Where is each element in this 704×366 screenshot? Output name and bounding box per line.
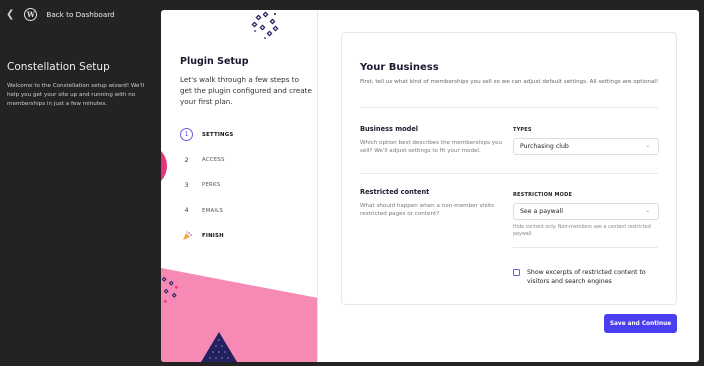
chevron-down-icon: ⌄ — [645, 143, 650, 149]
step-settings[interactable]: 1 SETTINGS — [180, 122, 233, 147]
step-label: PERKS — [202, 182, 221, 189]
step-access[interactable]: 2 ACCESS — [180, 147, 233, 172]
step-finish[interactable]: FINISH — [180, 224, 233, 249]
setup-panel: Plugin Setup Let's walk through a few st… — [161, 10, 699, 362]
step-number: 2 — [184, 156, 189, 164]
step-label: ACCESS — [202, 157, 225, 164]
back-to-dashboard-link[interactable]: Back to Dashboard — [46, 10, 114, 19]
chevron-down-icon: ⌄ — [645, 208, 650, 214]
step-number: 3 — [184, 181, 189, 189]
restricted-content-title: Restricted content — [360, 188, 430, 196]
plugin-setup-title: Plugin Setup — [180, 56, 249, 67]
sidebar-title: Constellation Setup — [7, 61, 110, 73]
business-form-card: Your Business First, tell us what kind o… — [341, 32, 677, 305]
step-label: FINISH — [202, 233, 224, 240]
restriction-mode-help: Hide content only. Non-members see a con… — [513, 225, 651, 237]
business-model-title: Business model — [360, 125, 419, 133]
types-select[interactable]: Purchasing club ⌄ — [513, 138, 659, 155]
your-business-title: Your Business — [360, 62, 439, 73]
party-popper-icon — [180, 230, 193, 243]
restricted-content-description: What should happen when a non-member vis… — [360, 203, 495, 217]
restriction-mode-value: See a paywall — [520, 208, 563, 215]
restriction-mode-select[interactable]: See a paywall ⌄ — [513, 203, 659, 220]
top-bar: ❮ W Back to Dashboard — [0, 0, 160, 28]
divider — [360, 173, 658, 174]
wordpress-logo-icon[interactable]: W — [24, 7, 38, 21]
divider — [513, 247, 658, 248]
sidebar-description: Welcome to the Constellation setup wizar… — [7, 83, 145, 107]
steps-column: Plugin Setup Let's walk through a few st… — [161, 10, 318, 362]
chevron-left-icon[interactable]: ❮ — [6, 9, 14, 20]
wizard-steps: 1 SETTINGS 2 ACCESS 3 PERKS 4 EMAILS FIN… — [180, 122, 233, 249]
your-business-description: First, tell us what kind of memberships … — [360, 79, 659, 85]
restriction-mode-label: RESTRICTION MODE — [513, 192, 573, 198]
step-emails[interactable]: 4 EMAILS — [180, 198, 233, 223]
step-label: EMAILS — [202, 207, 223, 214]
excerpts-checkbox-row[interactable]: Show excerpts of restricted content to v… — [513, 268, 657, 286]
types-select-value: Purchasing club — [520, 143, 569, 150]
divider — [360, 107, 658, 108]
excerpts-checkbox-label[interactable]: Show excerpts of restricted content to v… — [527, 268, 657, 286]
types-label: TYPES — [513, 127, 532, 133]
step-perks[interactable]: 3 PERKS — [180, 173, 233, 198]
business-model-description: Which option best describes the membersh… — [360, 140, 503, 154]
step-number: 1 — [180, 128, 193, 142]
plugin-setup-description: Let's walk through a few steps to get th… — [180, 75, 312, 106]
step-number: 4 — [184, 207, 189, 215]
step-label: SETTINGS — [202, 131, 234, 138]
save-and-continue-button[interactable]: Save and Continue — [604, 314, 677, 333]
excerpts-checkbox[interactable] — [513, 269, 520, 276]
